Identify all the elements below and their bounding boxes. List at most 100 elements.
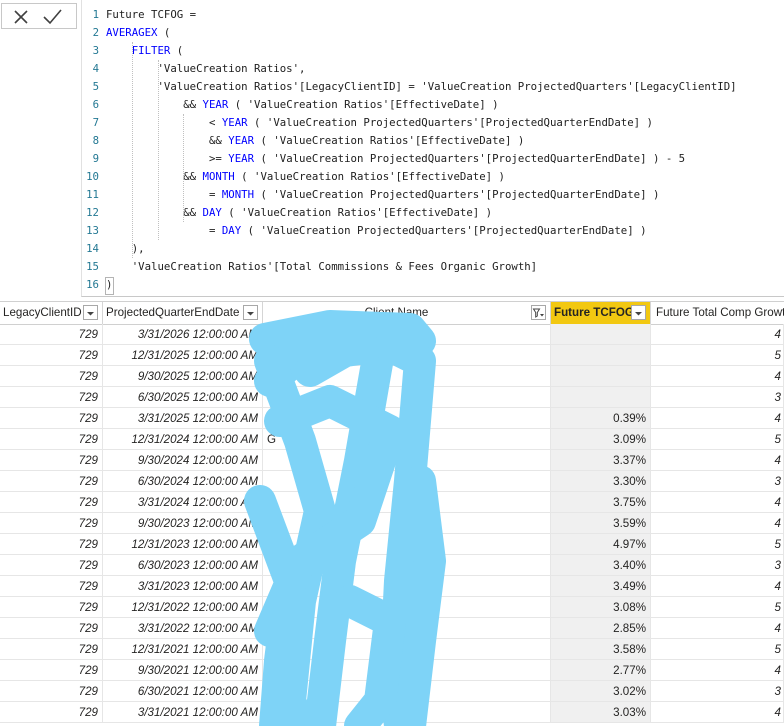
cell-projected-quarter-end-date: 3/31/2022 12:00:00 AM bbox=[103, 618, 263, 639]
cell-future-tcfog: 3.75% bbox=[551, 492, 651, 513]
cell-future-tcfog bbox=[551, 345, 651, 366]
cell-client-name: C bbox=[263, 408, 551, 429]
code-line-8[interactable]: 8 && YEAR ( 'ValueCreation Ratios'[Effec… bbox=[82, 132, 782, 150]
cell-legacy-client-id: 729 bbox=[0, 555, 103, 576]
table-row[interactable]: 729 3/31/2022 12:00:00 AM 2.85% 4 bbox=[0, 618, 784, 639]
cell-future-total-comp-growth: 5 bbox=[644, 597, 784, 618]
code-line-14[interactable]: 14 ), bbox=[82, 240, 782, 258]
dax-function-token: MONTH bbox=[202, 170, 235, 183]
line-number: 3 bbox=[92, 44, 99, 57]
cell-legacy-client-id: 729 bbox=[0, 618, 103, 639]
column-header-client-name[interactable]: Client Name bbox=[263, 302, 551, 324]
cell-future-tcfog: 3.08% bbox=[551, 597, 651, 618]
cell-projected-quarter-end-date: 3/31/2025 12:00:00 AM bbox=[103, 408, 263, 429]
close-icon[interactable] bbox=[12, 8, 30, 26]
table-row[interactable]: 729 12/31/2021 12:00:00 AM 3.58% 5 bbox=[0, 639, 784, 660]
cell-legacy-client-id: 729 bbox=[0, 345, 103, 366]
table-row[interactable]: 729 9/30/2023 12:00:00 AM o 3.59% 4 bbox=[0, 513, 784, 534]
cell-future-total-comp-growth: 3 bbox=[644, 387, 784, 408]
cell-future-tcfog: 3.59% bbox=[551, 513, 651, 534]
line-number: 11 bbox=[86, 188, 99, 201]
cell-client-name bbox=[263, 492, 551, 513]
dropdown-arrow-icon[interactable] bbox=[243, 305, 258, 320]
cell-future-total-comp-growth: 4 bbox=[644, 702, 784, 723]
table-row[interactable]: 729 6/30/2023 12:00:00 AM 3.40% 3 bbox=[0, 555, 784, 576]
dropdown-arrow-icon[interactable] bbox=[631, 305, 646, 320]
cell-legacy-client-id: 729 bbox=[0, 408, 103, 429]
code-line-3[interactable]: 3 FILTER ( bbox=[82, 42, 782, 60]
code-line-10[interactable]: 10 && MONTH ( 'ValueCreation Ratios'[Eff… bbox=[82, 168, 782, 186]
dax-function-token: AVERAGEX bbox=[106, 26, 158, 39]
dax-text-token: ( bbox=[170, 44, 184, 57]
cell-client-name bbox=[263, 576, 551, 597]
code-line-12[interactable]: 12 && DAY ( 'ValueCreation Ratios'[Effec… bbox=[82, 204, 782, 222]
dax-text-token: ( 'ValueCreation Ratios'[EffectiveDate] … bbox=[228, 98, 499, 111]
code-line-13[interactable]: 13 = DAY ( 'ValueCreation ProjectedQuart… bbox=[82, 222, 782, 240]
code-line-2[interactable]: 2 AVERAGEX ( bbox=[82, 24, 782, 42]
dropdown-arrow-icon[interactable] bbox=[83, 305, 98, 320]
table-row[interactable]: 729 3/31/2023 12:00:00 AM 3.49% 4 bbox=[0, 576, 784, 597]
table-row[interactable]: 729 9/30/2024 12:00:00 AM 3.37% 4 bbox=[0, 450, 784, 471]
table-row[interactable]: 729 3/31/2025 12:00:00 AM C 0.39% 4 bbox=[0, 408, 784, 429]
code-line-11[interactable]: 11 = MONTH ( 'ValueCreation ProjectedQua… bbox=[82, 186, 782, 204]
cell-legacy-client-id: 729 bbox=[0, 429, 103, 450]
table-row[interactable]: 729 12/31/2024 12:00:00 AM G 3.09% 5 bbox=[0, 429, 784, 450]
table-row[interactable]: 729 6/30/2025 12:00:00 AM & Insu 3 bbox=[0, 387, 784, 408]
code-line-6[interactable]: 6 && YEAR ( 'ValueCreation Ratios'[Effec… bbox=[82, 96, 782, 114]
cell-future-total-comp-growth: 4 bbox=[644, 513, 784, 534]
cell-client-name bbox=[263, 534, 551, 555]
dax-formula-editor[interactable]: 1 Future TCFOG = 2 AVERAGEX (3 FILTER (4 'V… bbox=[81, 0, 784, 297]
table-row[interactable]: 729 9/30/2025 12:00:00 AM ance 4 bbox=[0, 366, 784, 387]
dax-text-token: = bbox=[208, 224, 222, 237]
cell-projected-quarter-end-date: 6/30/2024 12:00:00 AM bbox=[103, 471, 263, 492]
table-row[interactable]: 729 12/31/2023 12:00:00 AM 4.97% 5 bbox=[0, 534, 784, 555]
cell-future-total-comp-growth: 4 bbox=[644, 450, 784, 471]
column-header-future-tcfog[interactable]: Future TCFOG bbox=[551, 302, 651, 324]
line-number: 8 bbox=[92, 134, 99, 147]
cell-legacy-client-id: 729 bbox=[0, 492, 103, 513]
line-number: 16 bbox=[86, 278, 99, 291]
code-line-5[interactable]: 5 'ValueCreation Ratios'[LegacyClientID]… bbox=[82, 78, 782, 96]
code-line-15[interactable]: 15 'ValueCreation Ratios'[Total Commissi… bbox=[82, 258, 782, 276]
dax-text-token: ( bbox=[157, 26, 171, 39]
cell-projected-quarter-end-date: 9/30/2021 12:00:00 AM bbox=[103, 660, 263, 681]
table-row[interactable]: 729 3/31/2021 12:00:00 AM ory Insura 3.03% 4 bbox=[0, 702, 784, 723]
cell-projected-quarter-end-date: 3/31/2023 12:00:00 AM bbox=[103, 576, 263, 597]
table-row[interactable]: 729 6/30/2024 12:00:00 AM 3.30% 3 bbox=[0, 471, 784, 492]
cell-future-tcfog: 3.09% bbox=[551, 429, 651, 450]
code-line-7[interactable]: 7 < YEAR ( 'ValueCreation ProjectedQuart… bbox=[82, 114, 782, 132]
cell-future-total-comp-growth: 5 bbox=[644, 534, 784, 555]
code-line-4[interactable]: 4 'ValueCreation Ratios', bbox=[82, 60, 782, 78]
dax-text-token: 'ValueCreation Ratios'[Total Commissions… bbox=[131, 260, 538, 273]
cell-legacy-client-id: 729 bbox=[0, 450, 103, 471]
cell-future-tcfog: 3.30% bbox=[551, 471, 651, 492]
bracket-match-highlight bbox=[105, 277, 114, 295]
table-row[interactable]: 729 3/31/2026 12:00:00 AM 4 bbox=[0, 324, 784, 345]
code-line-9[interactable]: 9 >= YEAR ( 'ValueCreation ProjectedQuar… bbox=[82, 150, 782, 168]
cell-future-tcfog bbox=[551, 366, 651, 387]
column-header-future-total-comp-growth[interactable]: Future Total Comp Growth bbox=[651, 302, 784, 324]
dax-function-token: YEAR bbox=[221, 116, 248, 129]
cell-legacy-client-id: 729 bbox=[0, 576, 103, 597]
table-row[interactable]: 729 9/30/2021 12:00:00 AM 2.77% 4 bbox=[0, 660, 784, 681]
filter-dropdown-icon[interactable] bbox=[531, 305, 546, 320]
dax-text-token: && bbox=[183, 98, 203, 111]
table-row[interactable]: 729 12/31/2022 12:00:00 AM C 3.08% 5 bbox=[0, 597, 784, 618]
table-row[interactable]: 729 3/31/2024 12:00:00 AM 3.75% 4 bbox=[0, 492, 784, 513]
table-row[interactable]: 729 6/30/2021 12:00:00 AM 3.02% 3 bbox=[0, 681, 784, 702]
column-header-legacy-client-id[interactable]: LegacyClientID bbox=[0, 302, 103, 324]
cell-projected-quarter-end-date: 3/31/2026 12:00:00 AM bbox=[103, 324, 263, 345]
dax-text-token: ( 'ValueCreation ProjectedQuarters'[Proj… bbox=[241, 224, 647, 237]
cell-projected-quarter-end-date: 12/31/2024 12:00:00 AM bbox=[103, 429, 263, 450]
cell-projected-quarter-end-date: 12/31/2021 12:00:00 AM bbox=[103, 639, 263, 660]
table-row[interactable]: 729 12/31/2025 12:00:00 AM e 5 bbox=[0, 345, 784, 366]
code-line-16[interactable]: 16) bbox=[82, 276, 782, 294]
dax-text-token: Future TCFOG = bbox=[106, 8, 197, 21]
dax-text-token: < bbox=[208, 116, 222, 129]
code-line-1[interactable]: 1 Future TCFOG = bbox=[82, 6, 782, 24]
checkmark-icon[interactable] bbox=[42, 8, 62, 26]
cell-projected-quarter-end-date: 3/31/2021 12:00:00 AM bbox=[103, 702, 263, 723]
column-header-projected-quarter-end-date[interactable]: ProjectedQuarterEndDate bbox=[103, 302, 263, 324]
cell-future-total-comp-growth: 5 bbox=[644, 639, 784, 660]
dax-function-token: YEAR bbox=[228, 152, 255, 165]
